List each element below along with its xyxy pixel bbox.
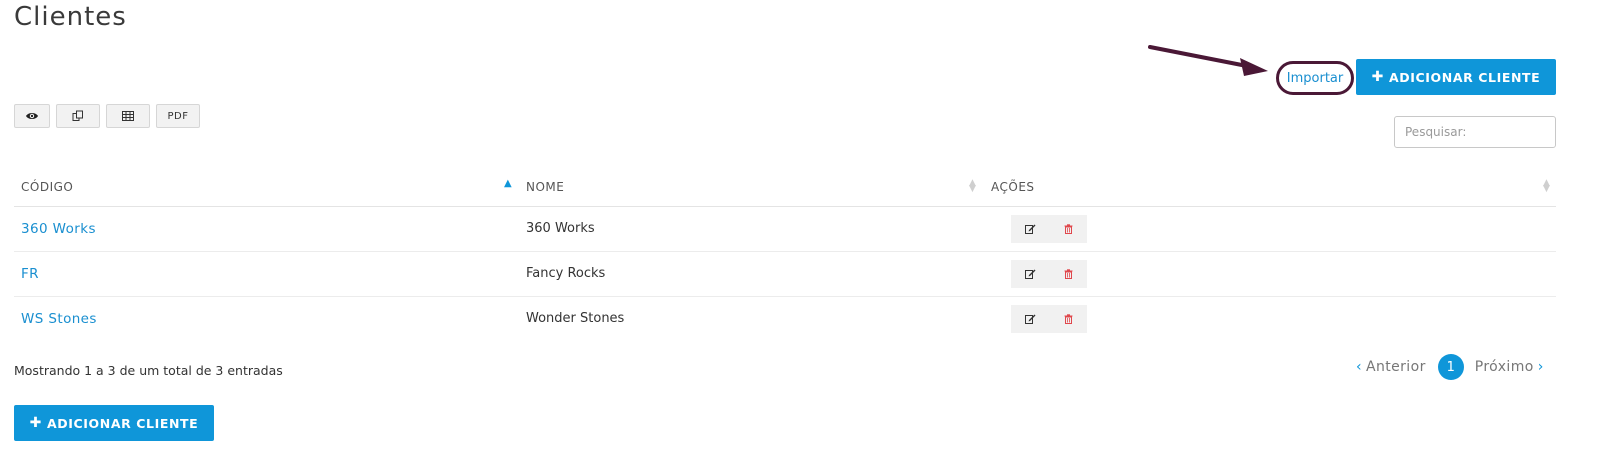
add-client-label: ADICIONAR CLIENTE: [1389, 69, 1541, 85]
row-actions: [1011, 305, 1087, 333]
edit-icon: [1024, 314, 1035, 324]
import-highlight: Importar: [1276, 61, 1354, 95]
sort-asc-icon[interactable]: ▲: [504, 179, 512, 189]
delete-button[interactable]: [1049, 305, 1087, 333]
edit-icon: [1024, 224, 1035, 234]
trash-icon: [1064, 224, 1072, 234]
add-client-label: ADICIONAR CLIENTE: [47, 415, 199, 431]
page-title: Clientes: [14, 2, 127, 32]
plus-icon: ✚: [29, 415, 42, 431]
export-toolbar: PDF: [14, 104, 200, 128]
table-info: Mostrando 1 a 3 de um total de 3 entrada…: [14, 363, 283, 378]
search-input[interactable]: [1394, 116, 1556, 148]
row-actions: [1011, 260, 1087, 288]
sort-both-icon[interactable]: ▲ ▼: [1543, 179, 1550, 194]
next-label: Próximo: [1474, 359, 1534, 375]
edit-icon: [1024, 269, 1035, 279]
copy-button[interactable]: [56, 104, 100, 128]
client-name: Wonder Stones: [526, 311, 625, 326]
table-icon: [122, 111, 134, 121]
chevron-right-icon: ›: [1537, 359, 1544, 375]
chevron-left-icon: ‹: [1356, 359, 1362, 375]
column-header-name[interactable]: NOME: [526, 180, 564, 194]
edit-button[interactable]: [1011, 260, 1049, 288]
client-name: 360 Works: [526, 221, 595, 236]
delete-button[interactable]: [1049, 215, 1087, 243]
previous-label: Anterior: [1366, 359, 1426, 375]
page-number-current[interactable]: 1: [1437, 354, 1464, 380]
next-page-link[interactable]: Próximo ›: [1475, 359, 1548, 375]
client-code-link[interactable]: WS Stones: [21, 311, 97, 327]
pdf-export-button[interactable]: PDF: [156, 104, 200, 128]
excel-export-button[interactable]: [106, 104, 150, 128]
clients-table: CÓDIGO ▲ NOME ▲ ▼ AÇÕES ▲ ▼ 360 Works 360 …: [14, 168, 1556, 341]
add-client-button[interactable]: ✚ ADICIONAR CLIENTE: [1356, 59, 1556, 95]
sort-both-icon[interactable]: ▲ ▼: [969, 179, 976, 194]
column-header-code[interactable]: CÓDIGO: [21, 180, 73, 194]
client-code-link[interactable]: FR: [21, 266, 39, 282]
client-name: Fancy Rocks: [526, 266, 606, 281]
eye-icon: [26, 113, 38, 119]
trash-icon: [1064, 314, 1072, 324]
client-code-link[interactable]: 360 Works: [21, 221, 96, 237]
import-link[interactable]: Importar: [1287, 71, 1343, 86]
view-columns-button[interactable]: [14, 104, 50, 128]
trash-icon: [1064, 269, 1072, 279]
row-actions: [1011, 215, 1087, 243]
table-row: 360 Works 360 Works: [14, 207, 1556, 252]
edit-button[interactable]: [1011, 305, 1049, 333]
previous-page-link[interactable]: ‹ Anterior: [1352, 359, 1426, 375]
column-header-actions[interactable]: AÇÕES: [991, 180, 1035, 194]
table-row: WS Stones Wonder Stones: [14, 297, 1556, 341]
delete-button[interactable]: [1049, 260, 1087, 288]
plus-icon: ✚: [1371, 69, 1384, 85]
pagination: ‹ Anterior 1 Próximo ›: [1352, 354, 1548, 380]
add-client-button-bottom[interactable]: ✚ ADICIONAR CLIENTE: [14, 405, 214, 441]
table-row: FR Fancy Rocks: [14, 252, 1556, 297]
table-header: CÓDIGO ▲ NOME ▲ ▼ AÇÕES ▲ ▼: [14, 168, 1556, 207]
edit-button[interactable]: [1011, 215, 1049, 243]
copy-icon: [72, 110, 83, 121]
annotation-arrow-icon: [1148, 45, 1268, 76]
